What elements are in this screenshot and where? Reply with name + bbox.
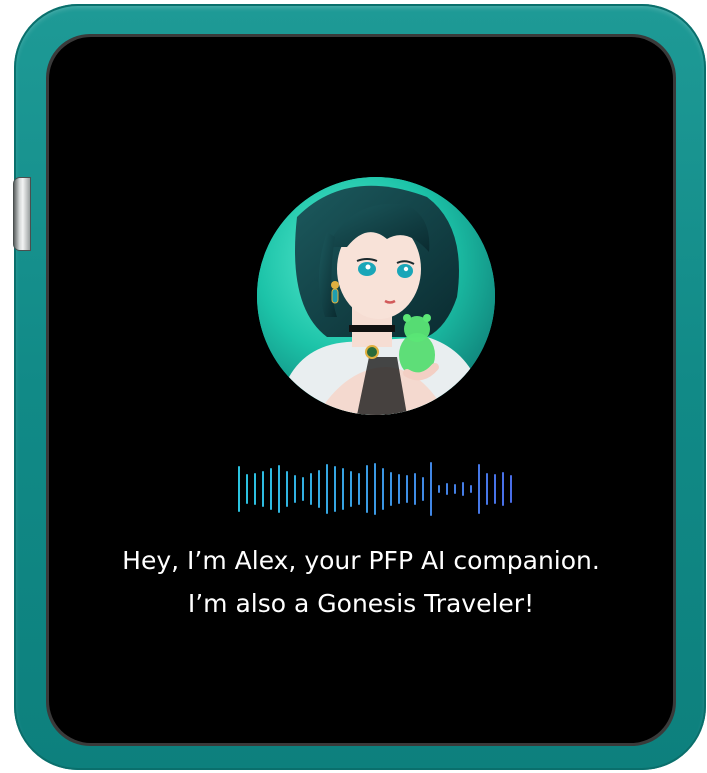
voice-waveform bbox=[235, 459, 515, 519]
anime-girl-avatar-icon bbox=[257, 177, 495, 415]
companion-message: Hey, I’m Alex, your PFP AI companion. I’… bbox=[49, 539, 673, 625]
screen: Hey, I’m Alex, your PFP AI companion. I’… bbox=[49, 37, 673, 743]
voice-waveform-icon bbox=[238, 462, 512, 516]
screen-bezel: Hey, I’m Alex, your PFP AI companion. I’… bbox=[46, 34, 676, 746]
message-line-1: Hey, I’m Alex, your PFP AI companion. bbox=[122, 546, 600, 575]
avatar bbox=[257, 177, 495, 415]
message-line-2: I’m also a Gonesis Traveler! bbox=[187, 589, 535, 618]
device-frame: Hey, I’m Alex, your PFP AI companion. I’… bbox=[14, 4, 706, 770]
side-crown-button[interactable] bbox=[14, 178, 30, 250]
